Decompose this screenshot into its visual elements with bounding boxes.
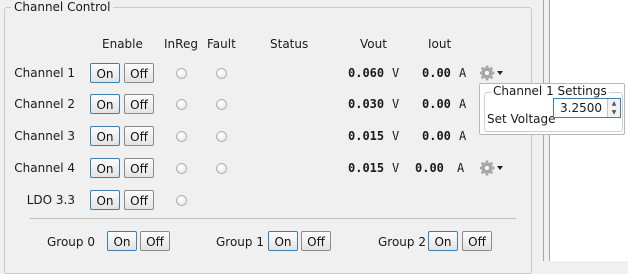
group-0-label: Group 0 <box>47 235 95 249</box>
group-2-off-button[interactable]: Off <box>462 231 492 251</box>
ldo-3v3-off-button[interactable]: Off <box>124 190 154 210</box>
group-2-on-button[interactable]: On <box>428 231 458 251</box>
channel-3-iout-unit: A <box>459 129 467 143</box>
channel-1-iout-unit: A <box>459 66 467 80</box>
channel-3-label: Channel 3 <box>14 129 75 143</box>
ldo-3v3-on-button[interactable]: On <box>90 190 120 210</box>
channel-4-inreg-indicator <box>176 163 187 174</box>
channel-4-iout-value: 0.00 <box>415 161 444 175</box>
channel-2-off-button[interactable]: Off <box>124 94 154 114</box>
ldo-3v3-inreg-indicator <box>176 195 187 206</box>
channel-2-fault-indicator <box>216 99 227 110</box>
channel-2-iout-value: 0.00 <box>422 97 451 111</box>
header-iout: Iout <box>428 37 452 51</box>
header-status: Status <box>270 37 309 51</box>
channel-2-iout-unit: A <box>459 97 467 111</box>
set-voltage-spinbox[interactable]: 3.2500 ▲ ▼ <box>553 98 621 118</box>
group-0-off-button[interactable]: Off <box>140 231 170 251</box>
channel-1-label: Channel 1 <box>14 66 75 80</box>
channel-2-label: Channel 2 <box>14 97 75 111</box>
channel-1-inreg-indicator <box>176 68 187 79</box>
channel-2-vout-unit: V <box>392 97 400 111</box>
channel-4-fault-indicator <box>216 163 227 174</box>
header-enable: Enable <box>102 37 143 51</box>
channel-3-vout-value: 0.015 <box>348 129 385 143</box>
channel-1-vout-value: 0.060 <box>348 66 385 80</box>
channel-1-iout-value: 0.00 <box>422 66 451 80</box>
spin-down-arrow-icon[interactable]: ▼ <box>608 108 620 117</box>
header-fault: Fault <box>207 37 236 51</box>
channel-1-settings-popup: Channel 1 Settings Set Voltage 3.2500 ▲ … <box>479 83 625 135</box>
channel-1-settings-gear-icon[interactable] <box>479 65 506 81</box>
channel-4-vout-value: 0.015 <box>348 161 385 175</box>
channel-3-inreg-indicator <box>176 131 187 142</box>
channel-3-on-button[interactable]: On <box>90 126 120 146</box>
channel-1-on-button[interactable]: On <box>90 63 120 83</box>
channel-3-iout-value: 0.00 <box>422 129 451 143</box>
spin-buttons: ▲ ▼ <box>607 99 620 117</box>
group-1-off-button[interactable]: Off <box>301 231 331 251</box>
header-inreg: InReg <box>164 37 198 51</box>
channel-3-vout-unit: V <box>392 129 400 143</box>
channel-1-off-button[interactable]: Off <box>124 63 154 83</box>
channel-4-iout-unit: A <box>457 161 465 175</box>
channel-control-title: Channel Control <box>11 0 114 14</box>
channel-2-inreg-indicator <box>176 99 187 110</box>
group-1-label: Group 1 <box>216 235 264 249</box>
channel-1-vout-unit: V <box>392 66 400 80</box>
channel-2-on-button[interactable]: On <box>90 94 120 114</box>
group-2-label: Group 2 <box>378 235 426 249</box>
ldo-3v3-label: LDO 3.3 <box>26 193 75 207</box>
channel-2-vout-value: 0.030 <box>348 97 385 111</box>
channel-4-vout-unit: V <box>392 161 400 175</box>
header-vout: Vout <box>360 37 387 51</box>
set-voltage-value[interactable]: 3.2500 <box>560 101 602 115</box>
channel-4-label: Channel 4 <box>14 161 75 175</box>
channel-4-on-button[interactable]: On <box>90 158 120 178</box>
set-voltage-label: Set Voltage <box>487 112 556 126</box>
channel-1-fault-indicator <box>216 68 227 79</box>
channel-4-settings-gear-icon[interactable] <box>479 160 506 176</box>
group-separator <box>30 218 516 219</box>
channel-3-fault-indicator <box>216 131 227 142</box>
settings-popup-title: Channel 1 Settings <box>491 84 609 98</box>
channel-4-off-button[interactable]: Off <box>124 158 154 178</box>
group-0-on-button[interactable]: On <box>107 231 137 251</box>
channel-3-off-button[interactable]: Off <box>124 126 154 146</box>
group-1-on-button[interactable]: On <box>268 231 298 251</box>
